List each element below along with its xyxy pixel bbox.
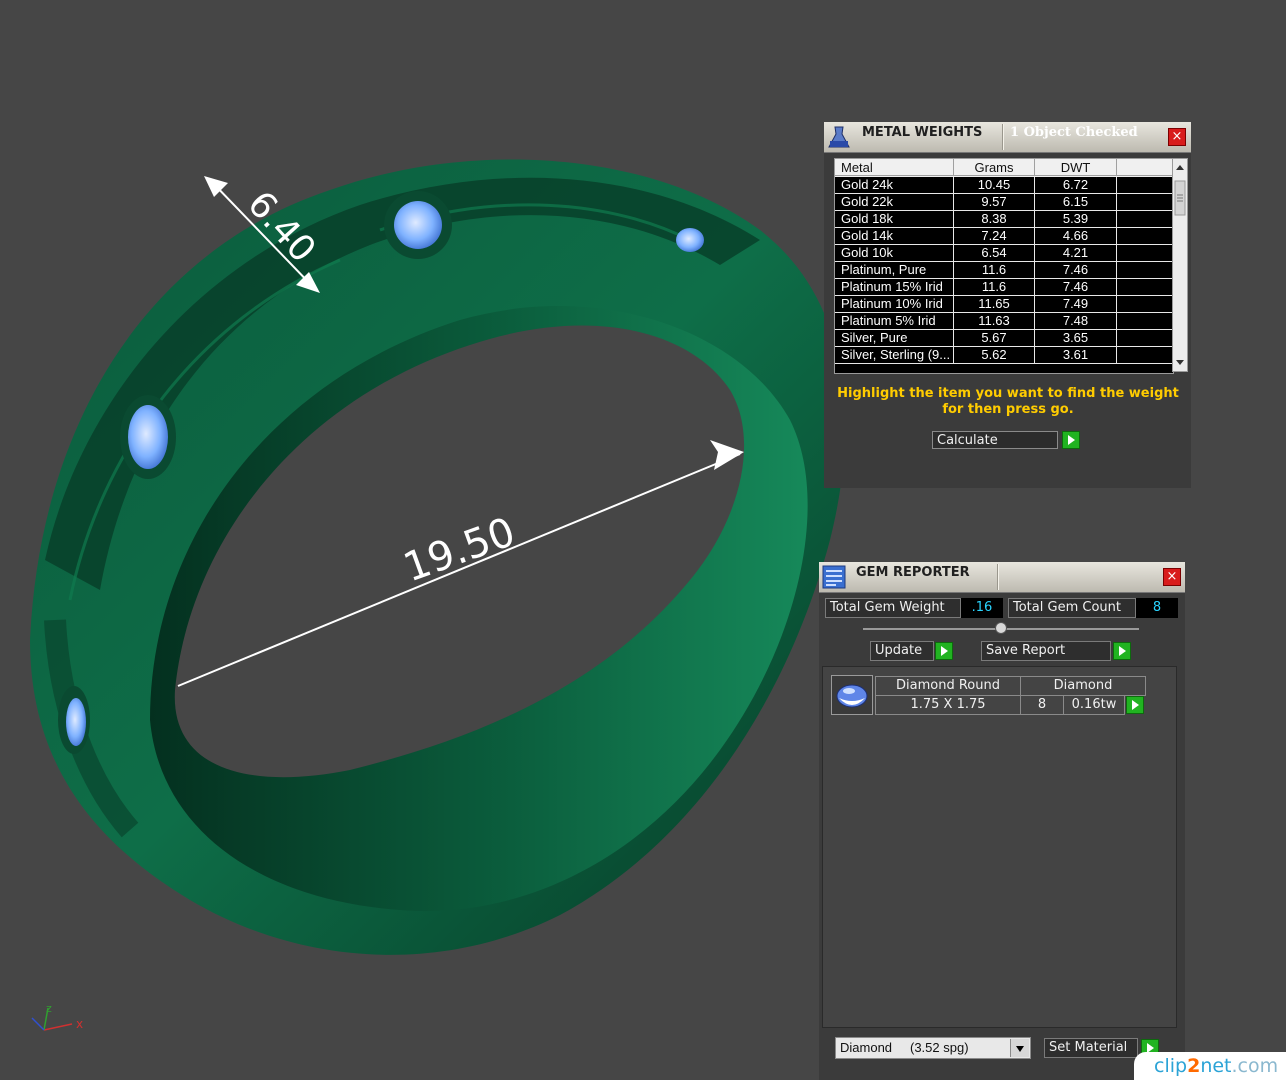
update-button[interactable]: Update (870, 641, 934, 661)
cell-dwt: 7.46 (1035, 262, 1117, 279)
gem-3 (58, 686, 90, 754)
cell-dwt: 4.21 (1035, 245, 1117, 262)
cell-metal: Silver, Sterling (9... (835, 347, 954, 364)
gem-row-go-button[interactable] (1126, 696, 1144, 714)
cell-dwt: 3.65 (1035, 330, 1117, 347)
column-header-dwt[interactable]: DWT (1035, 159, 1117, 176)
cell-metal: Platinum 10% Irid (835, 296, 954, 313)
cell-dwt: 4.66 (1035, 228, 1117, 245)
save-report-go-button[interactable] (1113, 642, 1131, 660)
table-row[interactable]: Platinum 15% Irid 11.6 7.46 (835, 279, 1173, 296)
metal-weights-title: METAL WEIGHTS (862, 125, 983, 140)
table-row[interactable]: Silver, Sterling (9... 5.62 3.61 (835, 347, 1173, 364)
close-icon[interactable]: × (1168, 128, 1186, 146)
table-row[interactable]: Platinum 5% Irid 11.63 7.48 (835, 313, 1173, 330)
metal-weights-titlebar[interactable]: METAL WEIGHTS 1 Object Checked × (824, 122, 1191, 153)
cell-dwt: 6.15 (1035, 194, 1117, 211)
material-select-name: Diamond (840, 1040, 893, 1055)
metal-instruction-text: Highlight the item you want to find the … (837, 386, 1179, 417)
gem-size: 1.75 X 1.75 (875, 695, 1021, 715)
set-material-button[interactable]: Set Material (1044, 1038, 1138, 1058)
table-row[interactable]: Gold 10k 6.54 4.21 (835, 245, 1173, 262)
cell-dwt: 3.61 (1035, 347, 1117, 364)
cell-dwt: 7.46 (1035, 279, 1117, 296)
cell-metal: Gold 14k (835, 228, 954, 245)
metal-table-header: Metal Grams DWT (835, 159, 1173, 177)
cell-grams: 11.63 (954, 313, 1035, 330)
table-row[interactable]: Platinum, Pure 11.6 7.46 (835, 262, 1173, 279)
cell-grams: 11.65 (954, 296, 1035, 313)
gem-list[interactable]: Diamond Round Diamond 1.75 X 1.75 8 0.16… (822, 666, 1177, 1028)
total-gem-weight-label: Total Gem Weight (825, 598, 961, 618)
close-icon[interactable]: × (1163, 568, 1181, 586)
metal-weights-table[interactable]: Metal Grams DWT Gold 24k 10.45 6.72 Gold 22… (834, 158, 1174, 374)
gem-reporter-titlebar[interactable]: GEM REPORTER × (819, 562, 1185, 593)
gem-reporter-title: GEM REPORTER (856, 565, 970, 580)
table-row[interactable]: Platinum 10% Irid 11.65 7.49 (835, 296, 1173, 313)
cell-metal: Gold 18k (835, 211, 954, 228)
total-gem-count-value: 8 (1136, 598, 1178, 618)
calculate-go-button[interactable] (1062, 431, 1080, 449)
cell-dwt: 7.49 (1035, 296, 1117, 313)
gem-2 (120, 395, 176, 479)
cell-grams: 10.45 (954, 177, 1035, 194)
cell-grams: 5.67 (954, 330, 1035, 347)
cell-grams: 8.38 (954, 211, 1035, 228)
gem-shape: Diamond Round (875, 676, 1021, 696)
gem-weight: 0.16tw (1063, 695, 1125, 715)
material-select[interactable]: Diamond (3.52 spg) (835, 1037, 1031, 1059)
watermark-logo: clip2net.com (1134, 1052, 1286, 1080)
cell-metal: Platinum, Pure (835, 262, 954, 279)
cell-grams: 5.62 (954, 347, 1035, 364)
gem-material: Diamond (1020, 676, 1146, 696)
column-header-metal[interactable]: Metal (835, 159, 954, 176)
update-go-button[interactable] (935, 642, 953, 660)
cell-metal: Gold 24k (835, 177, 954, 194)
gem-reporter-panel: GEM REPORTER × Total Gem Weight .16 Tota… (819, 562, 1185, 1080)
gem-count: 8 (1020, 695, 1064, 715)
flask-icon (828, 126, 850, 148)
cell-metal: Gold 22k (835, 194, 954, 211)
total-gem-count-label: Total Gem Count (1008, 598, 1136, 618)
chevron-down-icon[interactable] (1010, 1039, 1029, 1057)
cell-grams: 11.6 (954, 279, 1035, 296)
svg-text:z: z (46, 1002, 52, 1015)
table-row[interactable]: Silver, Pure 5.67 3.65 (835, 330, 1173, 347)
save-report-button[interactable]: Save Report (981, 641, 1111, 661)
column-header-grams[interactable]: Grams (954, 159, 1035, 176)
cell-grams: 11.6 (954, 262, 1035, 279)
cell-metal: Platinum 15% Irid (835, 279, 954, 296)
table-row[interactable]: Gold 22k 9.57 6.15 (835, 194, 1173, 211)
gem-4 (676, 228, 704, 252)
cell-grams: 6.54 (954, 245, 1035, 262)
cell-metal: Silver, Pure (835, 330, 954, 347)
cell-dwt: 6.72 (1035, 177, 1117, 194)
material-select-spg: (3.52 spg) (910, 1040, 969, 1055)
table-row[interactable]: Gold 18k 8.38 5.39 (835, 211, 1173, 228)
cell-dwt: 7.48 (1035, 313, 1117, 330)
metal-weights-panel: METAL WEIGHTS 1 Object Checked × Metal G… (824, 122, 1191, 488)
gem-slider-handle[interactable] (995, 622, 1007, 634)
table-row[interactable]: Gold 14k 7.24 4.66 (835, 228, 1173, 245)
gem-report-icon (822, 565, 846, 589)
table-row[interactable]: Gold 24k 10.45 6.72 (835, 177, 1173, 194)
metal-table-scrollbar[interactable] (1172, 158, 1188, 372)
gem-1 (384, 191, 452, 259)
axis-gizmo: x z (31, 1002, 83, 1031)
cell-metal: Platinum 5% Irid (835, 313, 954, 330)
svg-text:x: x (76, 1017, 83, 1031)
total-gem-weight-value: .16 (961, 598, 1003, 618)
cell-grams: 7.24 (954, 228, 1035, 245)
calculate-label: Calculate (932, 431, 1058, 449)
cell-dwt: 5.39 (1035, 211, 1117, 228)
cell-grams: 9.57 (954, 194, 1035, 211)
cell-metal: Gold 10k (835, 245, 954, 262)
diamond-round-icon (831, 675, 873, 715)
objects-checked-status: 1 Object Checked (1010, 125, 1138, 140)
